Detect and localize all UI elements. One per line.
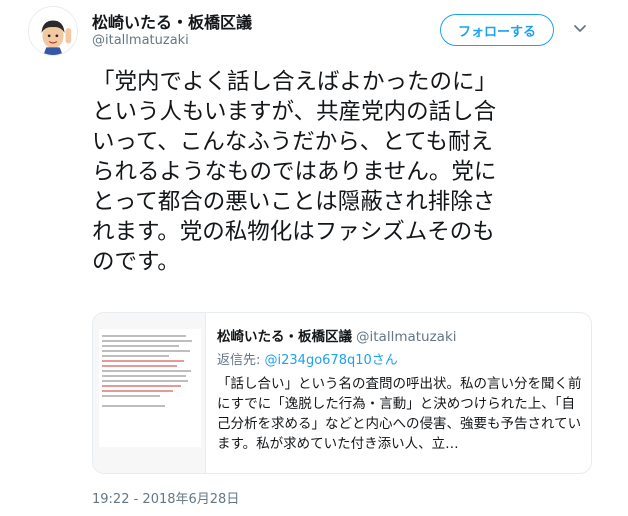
reply-to-handle[interactable]: @i234go678q10さん xyxy=(265,353,398,368)
quoted-tweet-card[interactable]: 松崎いたる・板橋区議 @itallmatuzaki 返信先: @i234go678… xyxy=(92,312,592,474)
document-thumbnail xyxy=(99,329,201,447)
avatar[interactable] xyxy=(28,6,78,56)
avatar-image xyxy=(29,7,77,55)
reply-to-line: 返信先: @i234go678q10さん xyxy=(217,349,587,368)
quoted-author-handle: @itallmatuzaki xyxy=(356,329,457,345)
reply-to-label: 返信先: xyxy=(217,353,261,368)
quoted-tweet-image[interactable] xyxy=(93,313,206,473)
chevron-down-icon[interactable] xyxy=(572,20,588,36)
author-display-name[interactable]: 松崎いたる・板橋区議 xyxy=(92,9,252,33)
quoted-author-name: 松崎いたる・板橋区議 xyxy=(217,329,352,345)
quoted-tweet-text: 「話し合い」という名の査問の呼出状。私の言い分を聞く前にすでに「逸脱した行為・言… xyxy=(217,376,582,452)
author-handle[interactable]: @itallmatuzaki xyxy=(92,33,189,48)
tweet-text: 「党内でよく話し合えばよかったのに」 という人もいますが、共産党内の話し合 いっ… xyxy=(92,69,498,275)
follow-button[interactable]: フォローする xyxy=(440,14,554,46)
tweet-timestamp[interactable]: 19:22 - 2018年6月28日 xyxy=(92,488,239,507)
